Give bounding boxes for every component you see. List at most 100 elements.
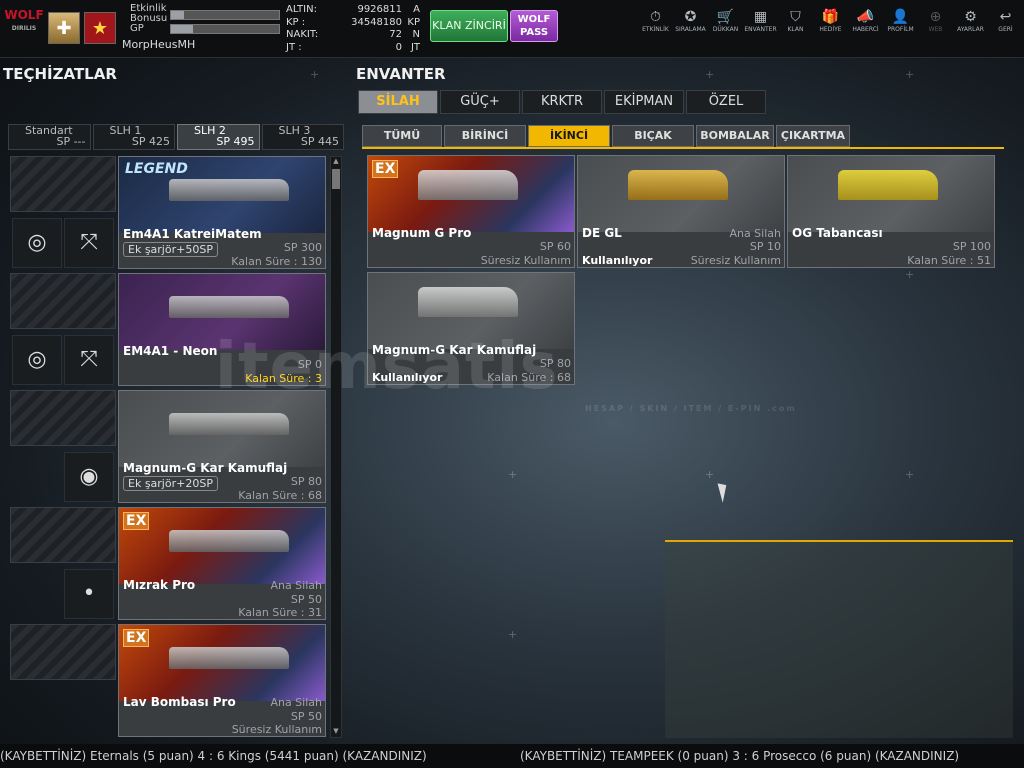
equipped-weapon-card[interactable]: Magnum-G Kar Kamuflaj Ek şarjör+20SP SP 80… <box>118 390 326 503</box>
currency-jt: JT :0 JT <box>286 41 420 53</box>
subtab-1[interactable]: BİRİNCİ <box>444 125 526 147</box>
slot-sp: SP --- <box>56 135 86 148</box>
tab-3[interactable]: EKİPMAN <box>604 90 684 114</box>
weapon-silhouette-icon <box>169 647 289 669</box>
reload-icon[interactable]: ◎ <box>12 335 62 385</box>
nav-shield[interactable]: ⛉ KLAN <box>778 8 813 33</box>
time-remaining: Kalan Süre : 51 <box>907 254 991 267</box>
weapon-sp: SP 60 <box>539 240 571 253</box>
tab-1[interactable]: GÜÇ+ <box>440 90 520 114</box>
empty-slot[interactable] <box>10 624 116 680</box>
empty-slot[interactable] <box>10 273 116 329</box>
scroll-down-icon[interactable]: ▼ <box>331 727 341 737</box>
expand-icon[interactable]: ⤧ <box>64 335 114 385</box>
ex-badge-icon: EX <box>123 629 150 647</box>
inventory-icon: ▦ <box>753 9 768 25</box>
etkinlik-bonus-bar <box>170 10 280 20</box>
nav-profile[interactable]: 👤 PROFİLM <box>883 8 918 33</box>
inventory-item-card[interactable]: OG Tabancası SP 100 Kalan Süre : 51 <box>787 155 995 268</box>
scroll-up-icon[interactable]: ▲ <box>331 157 341 167</box>
slot-tab-1[interactable]: SLH 1 SP 425 <box>92 124 175 150</box>
subtab-3[interactable]: BIÇAK <box>612 125 694 147</box>
weapon-name: Magnum G Pro <box>372 226 472 240</box>
weapon-silhouette-icon <box>169 530 289 552</box>
ex-badge-icon: EX <box>123 512 150 530</box>
nav-megaphone[interactable]: 📣 HABERCİ <box>848 8 883 33</box>
nav-gear[interactable]: ⚙ AYARLAR <box>953 8 988 33</box>
dot-sight-icon[interactable]: • <box>64 569 114 619</box>
magazine-tag: Ek şarjör+50SP <box>123 242 218 257</box>
subtab-underline <box>362 147 1004 149</box>
medal-icon: ✪ <box>684 9 697 25</box>
nav-label: HEDİYE <box>819 26 842 33</box>
equipment-scrollbar[interactable]: ▲ ▼ <box>330 156 342 738</box>
weapon-name: OG Tabancası <box>792 226 883 240</box>
nav-label: AYARLAR <box>957 26 984 33</box>
nav-label: ENVANTER <box>744 26 777 33</box>
scroll-thumb[interactable] <box>332 169 340 189</box>
nav-cart[interactable]: 🛒 DÜKKAN <box>708 8 743 33</box>
klan-zinciri-button[interactable]: KLAN ZİNCİRİ <box>430 10 508 42</box>
slot-tab-2[interactable]: SLH 2 SP 495 <box>177 124 260 150</box>
magazine-tag: Ek şarjör+20SP <box>123 476 218 491</box>
slot-tab-3[interactable]: SLH 3 SP 445 <box>261 124 344 150</box>
subtab-4[interactable]: BOMBALAR <box>696 125 774 147</box>
main-nav: ⏱ ETKİNLİK ✪ SIRALAMA 🛒 DÜKKAN ▦ ENVANTER ⛉ KLAN 🎁… <box>638 8 1023 33</box>
main-weapon-label: Ana Silah <box>270 579 322 592</box>
subtab-2[interactable]: İKİNCİ <box>528 125 610 147</box>
nav-label: GERİ <box>998 26 1013 33</box>
weapon-sp: SP 50 <box>290 593 322 606</box>
empty-slot[interactable] <box>10 156 116 212</box>
weapon-name: Lav Bombası Pro <box>123 695 236 709</box>
game-logo: WOLF DIRILIS <box>4 8 44 32</box>
nav-label: WEB <box>928 26 943 33</box>
slot-sp: SP 445 <box>300 135 339 148</box>
crosshair-icon[interactable]: ◉ <box>64 452 114 502</box>
nav-inventory[interactable]: ▦ ENVANTER <box>743 8 778 33</box>
time-remaining: Süresiz Kullanım <box>690 254 781 267</box>
weapon-silhouette-icon <box>418 170 518 200</box>
wolf-pass-button[interactable]: WOLF PASS <box>510 10 558 42</box>
weapon-sp: SP 100 <box>952 240 991 253</box>
weapon-silhouette-icon <box>169 296 289 318</box>
reload-icon[interactable]: ◎ <box>12 218 62 268</box>
weapon-sp: SP 300 <box>283 241 322 254</box>
rank-badge-icon: ✚ <box>48 12 80 44</box>
inventory-title: ENVANTER <box>356 65 446 83</box>
equipped-weapon-card[interactable]: LEGEND Em4A1 KatreiMatem Ek şarjör+50SP SP … <box>118 156 326 269</box>
nav-gift[interactable]: 🎁 HEDİYE <box>813 8 848 33</box>
back-icon: ↩ <box>999 9 1012 25</box>
slot-sp: SP 425 <box>131 135 170 148</box>
equipment-title: TEÇHİZATLAR <box>3 65 117 83</box>
nav-medal[interactable]: ✪ SIRALAMA <box>673 8 708 33</box>
in-use-label: Kullanılıyor <box>582 254 653 267</box>
subtab-5[interactable]: ÇIKARTMA <box>776 125 850 147</box>
currency-gold: ALTIN: 9926811 A <box>286 4 420 15</box>
inventory-tabs: SİLAH GÜÇ+ KRKTR EKİPMAN ÖZEL <box>358 90 766 114</box>
cart-icon: 🛒 <box>716 9 735 25</box>
equipped-weapon-card[interactable]: EX Mızrak Pro Ana Silah SP 50 Kalan Süre : 3… <box>118 507 326 620</box>
nav-globe[interactable]: ⊕ WEB <box>918 8 953 33</box>
tab-0[interactable]: SİLAH <box>358 90 438 114</box>
inventory-item-card[interactable]: DE GL Ana Silah SP 10 Süresiz Kullanım Kulla… <box>577 155 785 268</box>
expand-icon[interactable]: ⤧ <box>64 218 114 268</box>
tab-2[interactable]: KRKTR <box>522 90 602 114</box>
weapon-sp: SP 80 <box>290 475 322 488</box>
subtab-0[interactable]: TÜMÜ <box>362 125 442 147</box>
equipped-weapon-card[interactable]: EX Lav Bombası Pro Ana Silah SP 50 Süresiz K… <box>118 624 326 737</box>
nav-back[interactable]: ↩ GERİ <box>988 8 1023 33</box>
inventory-item-card[interactable]: EX Magnum G Pro SP 60 Süresiz Kullanım <box>367 155 575 268</box>
slot-tab-0[interactable]: Standart SP --- <box>8 124 91 150</box>
weapon-silhouette-icon <box>169 179 289 201</box>
empty-slot[interactable] <box>10 507 116 563</box>
main-weapon-label: Ana Silah <box>270 696 322 709</box>
weapon-name: Magnum-G Kar Kamuflaj <box>123 461 288 475</box>
weapon-silhouette-icon <box>838 170 938 200</box>
stopwatch-icon: ⏱ <box>650 9 661 25</box>
nav-stopwatch[interactable]: ⏱ ETKİNLİK <box>638 8 673 33</box>
unlimited-use: Süresiz Kullanım <box>231 723 322 736</box>
tab-4[interactable]: ÖZEL <box>686 90 766 114</box>
ticker-left: (KAYBETTİNİZ) Eternals (5 puan) 4 : 6 Ki… <box>0 749 427 763</box>
empty-slot[interactable] <box>10 390 116 446</box>
weapon-name: EM4A1 - Neon <box>123 344 218 358</box>
